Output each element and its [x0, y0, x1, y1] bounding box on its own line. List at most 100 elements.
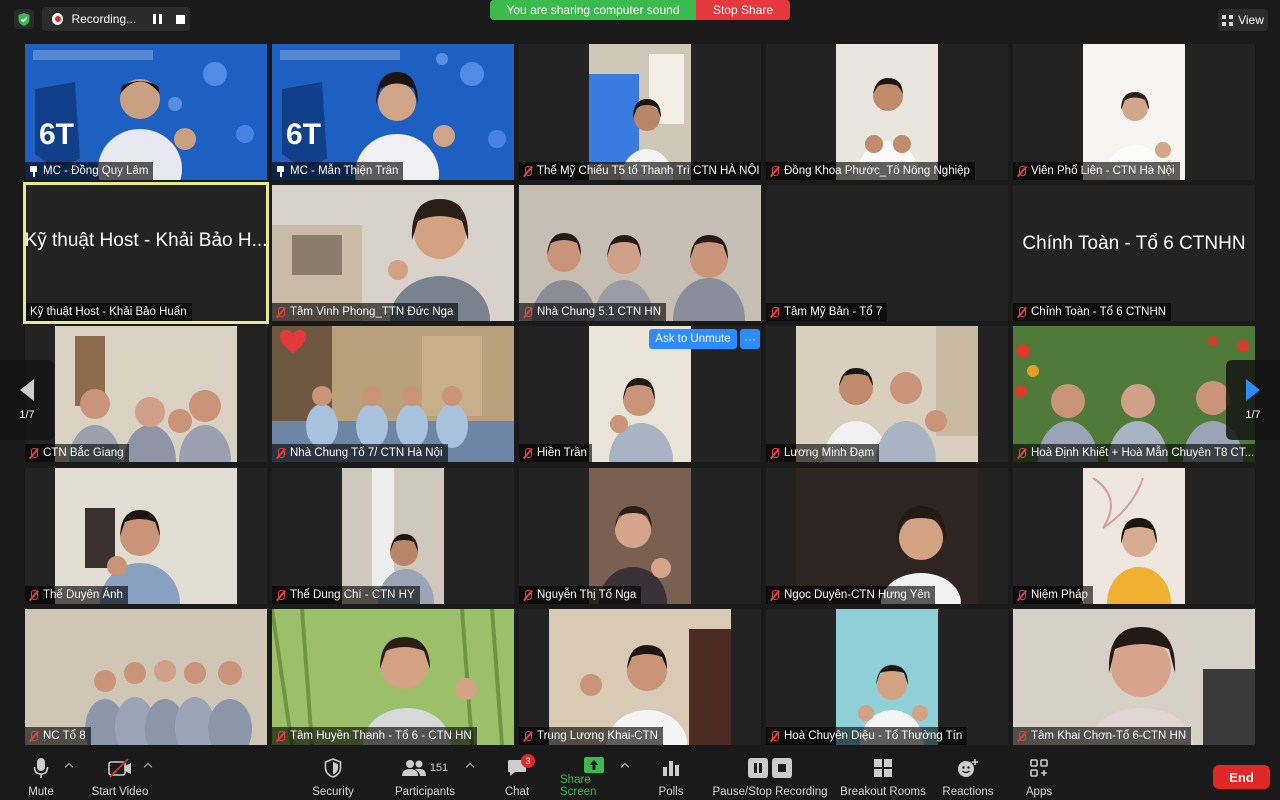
participant-name: Chính Toàn - Tổ 6 CTNHN [1031, 306, 1167, 318]
security-shield-icon[interactable] [14, 9, 34, 29]
microphone-icon [33, 756, 49, 780]
stop-recording-icon[interactable] [171, 9, 190, 29]
video-tile[interactable]: Thể Dung Chí - CTN HY [272, 468, 514, 604]
video-off-icon [107, 756, 133, 780]
polls-label: Polls [658, 786, 684, 798]
video-tile[interactable]: Lương Minh Đạm [766, 326, 1008, 462]
virtual-background-image: 6T [272, 44, 514, 180]
participant-name-tag: Thể Duyên Ánh [25, 586, 128, 604]
video-tile[interactable]: Thể Duyên Ánh [25, 468, 267, 604]
share-screen-button[interactable]: Share Screen [560, 756, 628, 798]
participant-name: Lương Minh Đạm [784, 447, 875, 459]
view-label: View [1238, 13, 1264, 27]
video-tile[interactable]: 6T MC - Mẫn Thiện Trân [272, 44, 514, 180]
camera-feed [272, 185, 514, 321]
participant-name-tag: Kỹ thuật Host - Khải Bảo Huấn [26, 303, 192, 321]
chat-button[interactable]: 3 Chat [502, 754, 535, 798]
sharing-sound-notice: You are sharing computer sound [490, 0, 696, 20]
mute-options-caret-icon[interactable] [65, 762, 73, 770]
video-tile[interactable]: CTN Bắc Giang [25, 326, 267, 462]
video-tile[interactable]: NC Tổ 8 [25, 609, 267, 745]
ask-to-unmute-label: Ask to Unmute [655, 333, 731, 345]
video-tile[interactable]: Ngọc Duyên-CTN Hưng Yên [766, 468, 1008, 604]
mic-off-icon [770, 306, 779, 318]
mic-off-icon [1017, 730, 1026, 742]
participant-name-tag: Ngọc Duyên-CTN Hưng Yên [766, 586, 936, 604]
video-tile[interactable]: Nhà Chung 5.1 CTN HN [519, 185, 761, 321]
participants-options-caret-icon[interactable] [466, 762, 474, 770]
participant-name-tag: Thể Dung Chí - CTN HY [272, 586, 420, 604]
reactions-button[interactable]: Reactions [940, 756, 996, 798]
video-tile[interactable]: Tâm Khai Chơn-Tổ 6-CTN HN [1013, 609, 1255, 745]
share-screen-label: Share Screen [560, 774, 597, 798]
participant-name-tag: CTN Bắc Giang [25, 444, 129, 462]
active-speaker-tile[interactable]: Kỹ thuật Host - Khải Bảo H... Kỹ thuật H… [23, 182, 269, 324]
mic-off-icon [770, 165, 779, 177]
video-tile[interactable]: Viên Phổ Liên - CTN Hà Nội [1013, 44, 1255, 180]
stop-share-button[interactable]: Stop Share [696, 0, 790, 20]
breakout-rooms-icon [873, 756, 893, 780]
meeting-controls-toolbar: Mute Start Video Security 151 Participan… [0, 752, 1280, 800]
participants-button[interactable]: 151 Participants [392, 756, 458, 798]
participant-name: Tâm Mỹ Bản - Tổ 7 [784, 306, 883, 318]
share-options-caret-icon[interactable] [621, 762, 629, 770]
mic-off-icon [523, 306, 532, 318]
polls-button[interactable]: Polls [654, 756, 688, 798]
next-page-button[interactable]: 1/7 [1226, 360, 1280, 440]
participant-name-tag: Lương Minh Đạm [766, 444, 880, 462]
camera-feed [549, 609, 731, 745]
previous-page-button[interactable]: 1/7 [0, 360, 54, 440]
participant-name-tag: Tâm Huyền Thanh - Tổ 6 - CTN HN [272, 727, 477, 745]
video-tile[interactable]: Đồng Khoa Phước_Tổ Nông Nghiệp [766, 44, 1008, 180]
participants-count: 151 [429, 762, 449, 774]
camera-feed [342, 468, 444, 604]
mic-off-icon [276, 589, 285, 601]
participant-name-tag: Tâm Mỹ Bản - Tổ 7 [766, 303, 888, 321]
camera-feed [272, 326, 514, 462]
camera-feed [1083, 44, 1185, 180]
page-indicator: 1/7 [1245, 409, 1261, 421]
video-tile[interactable]: Niệm Pháp [1013, 468, 1255, 604]
video-tile[interactable]: Tâm Mỹ Bản - Tổ 7 [766, 185, 1008, 321]
more-options-button[interactable]: ··· [740, 329, 760, 349]
pause-recording-icon[interactable] [148, 9, 167, 29]
mic-off-icon [29, 730, 38, 742]
security-button[interactable]: Security [308, 756, 358, 798]
video-tile[interactable]: Nhà Chung Tổ 7/ CTN Hà Nội [272, 326, 514, 462]
mic-off-icon [1017, 165, 1026, 177]
pause-stop-recording-button[interactable]: Pause/Stop Recording [712, 756, 828, 798]
camera-feed [1013, 326, 1255, 462]
video-tile[interactable]: Hoà Định Khiết + Hoà Mẫn Chuyên T8 CT... [1013, 326, 1255, 462]
mic-off-icon [523, 589, 532, 601]
participant-name: Thể Duyên Ánh [43, 589, 123, 601]
breakout-rooms-label: Breakout Rooms [840, 786, 926, 798]
mic-off-icon [29, 447, 38, 459]
participant-name: Niệm Pháp [1031, 589, 1088, 601]
video-tile[interactable]: Trung Lương Khai-CTN [519, 609, 761, 745]
apps-label: Apps [1025, 786, 1053, 798]
heart-reaction-icon [280, 330, 306, 353]
start-video-button[interactable]: Start Video [88, 756, 152, 798]
end-meeting-button[interactable]: End [1213, 765, 1270, 789]
participant-name: Hoà Chuyên Diệu - Tổ Thường Tín [784, 730, 963, 742]
video-tile[interactable]: Tâm Huyền Thanh - Tổ 6 - CTN HN [272, 609, 514, 745]
video-options-caret-icon[interactable] [144, 762, 152, 770]
video-tile[interactable]: Thể Mỹ Chiếu T5 tổ Thanh Trì CTN HÀ NỘI [519, 44, 761, 180]
video-tile[interactable]: 6T MC - Đồng Quy Lâm [25, 44, 267, 180]
ask-to-unmute-button[interactable]: Ask to Unmute [649, 329, 737, 349]
view-button[interactable]: View [1218, 9, 1268, 31]
svg-text:6T: 6T [39, 118, 74, 151]
camera-feed [589, 44, 691, 180]
participant-display-name: Chính Toàn - Tổ 6 CTNHN [1022, 233, 1246, 254]
video-tile[interactable]: Tâm Vinh Phong_TTN Đức Nga [272, 185, 514, 321]
chat-unread-badge: 3 [521, 754, 535, 768]
video-tile[interactable]: Nguyễn Thị Tố Nga [519, 468, 761, 604]
video-tile[interactable]: Hoà Chuyên Diệu - Tổ Thường Tín [766, 609, 1008, 745]
more-options-icon: ··· [744, 332, 756, 346]
camera-feed [836, 609, 938, 745]
mute-button[interactable]: Mute [22, 756, 60, 798]
virtual-background-image [272, 609, 514, 745]
video-tile[interactable]: Chính Toàn - Tổ 6 CTNHN Chính Toàn - Tổ … [1013, 185, 1255, 321]
apps-button[interactable]: Apps [1022, 756, 1056, 798]
breakout-rooms-button[interactable]: Breakout Rooms [840, 756, 926, 798]
